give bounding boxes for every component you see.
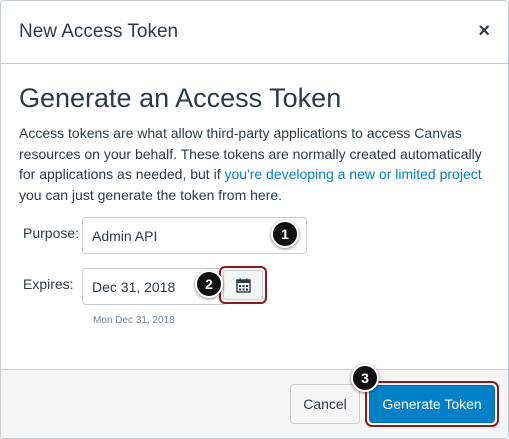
generate-token-button[interactable]: Generate Token (369, 385, 495, 423)
dialog-title: New Access Token (19, 21, 179, 42)
new-access-token-dialog: New Access Token × Generate an Access To… (0, 0, 509, 439)
expires-date-hint: Mon Dec 31, 2018 (93, 315, 175, 326)
description-text-end: you can just generate the token from her… (19, 186, 283, 203)
developer-key-link[interactable]: you're developing a new or limited proje… (224, 166, 481, 182)
step-badge-1: 1 (271, 220, 299, 248)
calendar-button[interactable] (219, 266, 267, 304)
dialog-footer: Cancel Generate Token (1, 369, 508, 438)
description: Access tokens are what allow third-party… (19, 123, 494, 205)
calendar-icon (235, 278, 251, 293)
close-icon[interactable]: × (478, 21, 490, 41)
step-badge-2: 2 (195, 270, 223, 298)
step-badge-3: 3 (351, 364, 379, 392)
calendar-button-inner (223, 270, 263, 300)
generate-token-highlight: Generate Token (365, 381, 499, 427)
purpose-label: Purpose: (23, 225, 80, 241)
dialog-header: New Access Token × (1, 1, 508, 64)
dialog-body: Generate an Access Token Access tokens a… (1, 65, 508, 369)
page-heading: Generate an Access Token (19, 83, 342, 113)
cancel-button[interactable]: Cancel (290, 384, 360, 424)
expires-label: Expires: (23, 276, 74, 292)
